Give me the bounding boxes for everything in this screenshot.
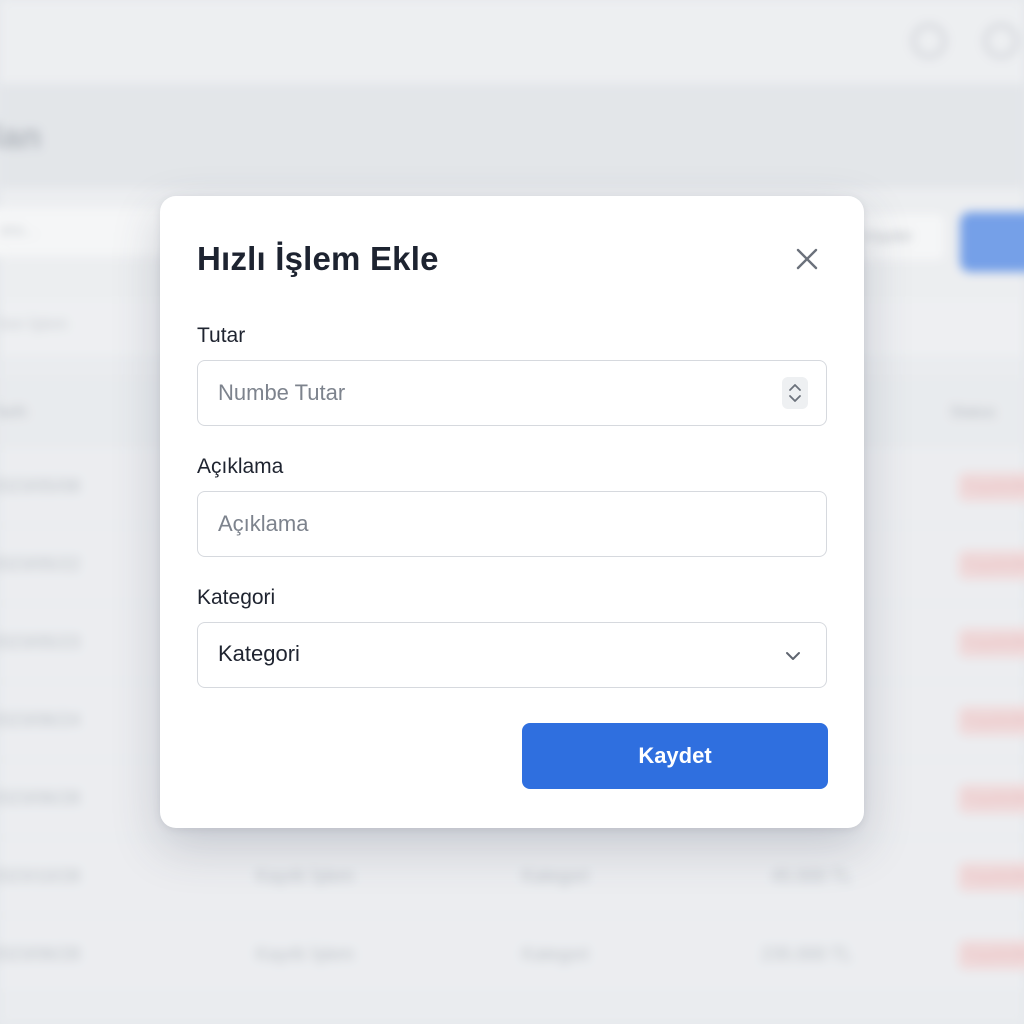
category-select-value: Kategori	[218, 641, 300, 666]
chevron-down-icon	[786, 652, 800, 660]
category-label: Kategori	[197, 586, 276, 609]
quick-transaction-modal: Hızlı İşlem Ekle Tutar Açıklama Kategori…	[160, 196, 864, 828]
stepper-arrows-icon	[789, 384, 801, 402]
description-input[interactable]	[198, 492, 826, 556]
amount-input[interactable]	[198, 361, 826, 425]
category-select[interactable]: Kategori	[197, 622, 827, 688]
save-button[interactable]: Kaydet	[522, 723, 828, 789]
description-label: Açıklama	[197, 455, 284, 478]
modal-title: Hızlı İşlem Ekle	[197, 240, 439, 277]
close-button[interactable]	[790, 242, 824, 276]
amount-label: Tutar	[197, 324, 246, 347]
amount-field-wrapper	[197, 360, 827, 426]
description-field-wrapper	[197, 491, 827, 557]
close-icon	[796, 248, 818, 270]
amount-stepper[interactable]	[782, 377, 808, 409]
